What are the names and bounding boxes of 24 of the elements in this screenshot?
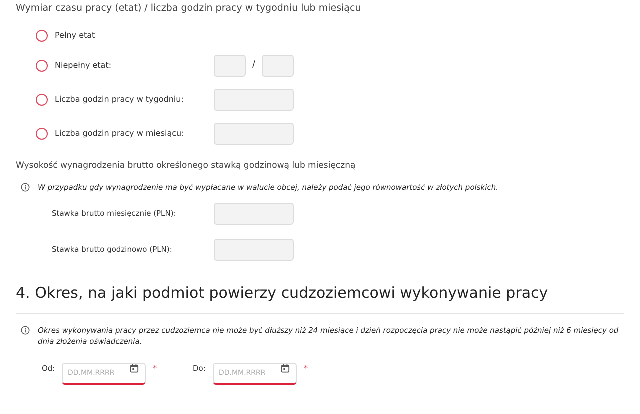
input-field[interactable]	[214, 239, 294, 261]
section-heading: Wysokość wynagrodzenia brutto określonego stawką godzinową lub miesięczną	[16, 160, 357, 172]
required-mark: *	[153, 363, 157, 375]
input-field[interactable]	[214, 203, 294, 225]
info-icon	[21, 326, 30, 335]
option-label: Pełny etat	[55, 30, 96, 42]
option-label: Liczba godzin pracy w tygodniu:	[55, 94, 184, 106]
radio-button[interactable]	[36, 30, 48, 42]
option-label: Liczba godzin pracy w miesiącu:	[55, 128, 184, 140]
radio-button[interactable]	[36, 128, 48, 140]
input-field[interactable]	[262, 55, 294, 77]
calendar-icon[interactable]	[130, 364, 139, 373]
section-title: 4. Okres, na jaki podmiot powierzy cudzoziemcowi wykonywanie pracy	[16, 283, 550, 303]
radio-button[interactable]	[36, 60, 48, 72]
calendar-icon[interactable]	[281, 364, 290, 373]
input-field[interactable]	[214, 123, 294, 145]
input-field[interactable]	[214, 55, 246, 77]
radio-button[interactable]	[36, 94, 48, 106]
required-mark: *	[304, 363, 308, 375]
fraction-slash: /	[251, 59, 257, 72]
input-field[interactable]	[214, 89, 294, 111]
option-label: Niepełny etat:	[55, 60, 112, 72]
info-icon	[21, 183, 30, 192]
section-heading: Wymiar czasu pracy (etat) / liczba godzin pracy w tygodniu lub miesiącu	[16, 3, 362, 15]
